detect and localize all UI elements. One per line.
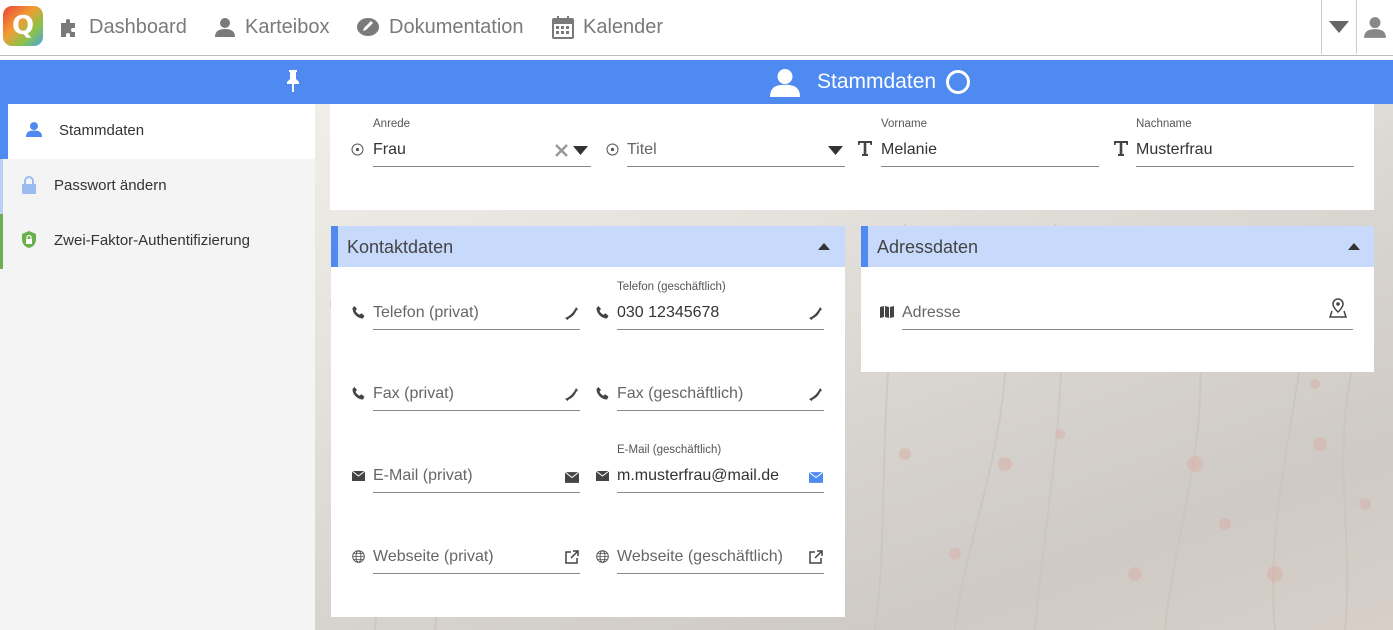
vorname-value: Melanie	[881, 141, 938, 158]
map-icon	[880, 306, 894, 318]
status-ring-icon	[946, 70, 971, 94]
app-logo[interactable]: Q	[3, 6, 43, 46]
clear-icon[interactable]	[555, 144, 568, 157]
collapse-icon[interactable]	[818, 243, 830, 250]
sidebar-item-passwort[interactable]: Passwort ändern	[0, 159, 315, 214]
nav-item-karteibox[interactable]: Karteibox	[214, 14, 330, 40]
user-icon	[1364, 17, 1386, 38]
anrede-value: Frau	[373, 141, 406, 158]
caret-down-icon[interactable]	[828, 146, 843, 155]
envelope-icon	[352, 471, 365, 481]
nav-item-dokumentation[interactable]: Dokumentation	[356, 14, 524, 40]
fax-geschaeftlich-placeholder: Fax (geschäftlich)	[617, 385, 744, 402]
sidebar-item-label: Stammdaten	[59, 122, 145, 139]
kontaktdaten-header[interactable]: Kontaktdaten	[331, 226, 845, 267]
dropdown-button[interactable]	[1321, 0, 1356, 54]
telefon-geschaeftlich-value: 030 12345678	[617, 304, 720, 321]
globe-icon	[596, 550, 609, 563]
phone-icon	[352, 387, 365, 400]
personal-data-card: Anrede Frau Titel Vorname Melanie Nachna…	[330, 104, 1374, 210]
nav-item-dashboard[interactable]: Dashboard	[58, 14, 187, 40]
call-icon[interactable]	[565, 388, 578, 401]
page-title: Stammdaten	[770, 60, 971, 104]
fax-privat-placeholder: Fax (privat)	[373, 385, 454, 402]
adressdaten-title: Adressdaten	[877, 237, 979, 257]
top-navigation: Q Dashboard Karteibox Dokumentation Kale…	[0, 0, 1393, 56]
radio-circle-icon	[351, 143, 364, 156]
titel-placeholder: Titel	[627, 141, 657, 158]
nachname-label: Nachname	[1136, 118, 1192, 130]
sidebar-item-label: Zwei-Faktor-Authentifizierung	[54, 232, 250, 249]
external-link-icon[interactable]	[565, 550, 579, 564]
sidebar: Stammdaten Passwort ändern Zwei-Faktor-A…	[0, 104, 315, 630]
user-icon	[215, 18, 235, 37]
email-geschaeftlich-label: E-Mail (geschäftlich)	[617, 444, 722, 456]
adressdaten-header[interactable]: Adressdaten	[861, 226, 1374, 267]
pencil-icon	[357, 18, 379, 36]
user-menu-button[interactable]	[1356, 0, 1393, 54]
phone-icon	[596, 387, 609, 400]
collapse-icon[interactable]	[1348, 243, 1360, 250]
send-mail-icon[interactable]	[809, 472, 823, 483]
call-icon[interactable]	[809, 388, 822, 401]
external-link-icon[interactable]	[809, 550, 823, 564]
kontaktdaten-title: Kontaktdaten	[347, 237, 454, 257]
user-icon	[26, 122, 42, 137]
nav-item-kalender[interactable]: Kalender	[552, 14, 663, 40]
user-icon	[770, 69, 800, 97]
sidebar-item-stammdaten[interactable]: Stammdaten	[0, 104, 315, 159]
anrede-label: Anrede	[373, 118, 411, 130]
sidebar-item-2fa[interactable]: Zwei-Faktor-Authentifizierung	[0, 214, 315, 269]
caret-down-icon	[1329, 21, 1349, 33]
send-mail-icon[interactable]	[565, 472, 579, 483]
telefon-privat-placeholder: Telefon (privat)	[373, 304, 479, 321]
phone-icon	[596, 306, 609, 319]
adressdaten-card: Adressdaten Adresse	[861, 226, 1374, 372]
text-icon	[1114, 141, 1128, 156]
kontaktdaten-card: Kontaktdaten Telefon (privat) Telefon (g…	[331, 226, 845, 617]
email-geschaeftlich-value: m.musterfrau@mail.de	[617, 467, 780, 484]
globe-icon	[352, 550, 365, 563]
nav-item-kalender-label: Kalender	[583, 15, 664, 38]
phone-icon	[352, 306, 365, 319]
adresse-placeholder: Adresse	[902, 304, 961, 321]
call-icon[interactable]	[809, 307, 822, 320]
nav-item-dashboard-label: Dashboard	[89, 15, 187, 38]
nav-item-dokumentation-label: Dokumentation	[389, 15, 524, 38]
webseite-privat-placeholder: Webseite (privat)	[373, 548, 494, 565]
telefon-geschaeftlich-label: Telefon (geschäftlich)	[617, 281, 726, 293]
shield-icon	[22, 231, 36, 248]
text-icon	[858, 141, 872, 156]
header-bar: Stammdaten	[0, 60, 1393, 104]
vorname-label: Vorname	[881, 118, 928, 130]
pin-icon[interactable]	[286, 69, 300, 93]
nachname-value: Musterfrau	[1136, 141, 1213, 158]
nav-item-karteibox-label: Karteibox	[245, 15, 330, 38]
webseite-geschaeftlich-placeholder: Webseite (geschäftlich)	[617, 548, 783, 565]
puzzle-icon	[61, 19, 75, 37]
email-privat-placeholder: E-Mail (privat)	[373, 467, 473, 484]
caret-down-icon[interactable]	[573, 146, 588, 155]
calendar-icon	[552, 16, 574, 39]
call-icon[interactable]	[565, 307, 578, 320]
app-logo-letter: Q	[11, 11, 35, 41]
lock-icon	[22, 176, 36, 194]
page-title-text: Stammdaten	[817, 70, 937, 93]
sidebar-item-label: Passwort ändern	[54, 177, 167, 194]
main-content: Anrede Frau Titel Vorname Melanie Nachna…	[315, 104, 1393, 630]
location-pin-icon[interactable]	[1329, 298, 1347, 318]
radio-circle-icon	[606, 143, 619, 156]
envelope-icon	[596, 471, 609, 481]
